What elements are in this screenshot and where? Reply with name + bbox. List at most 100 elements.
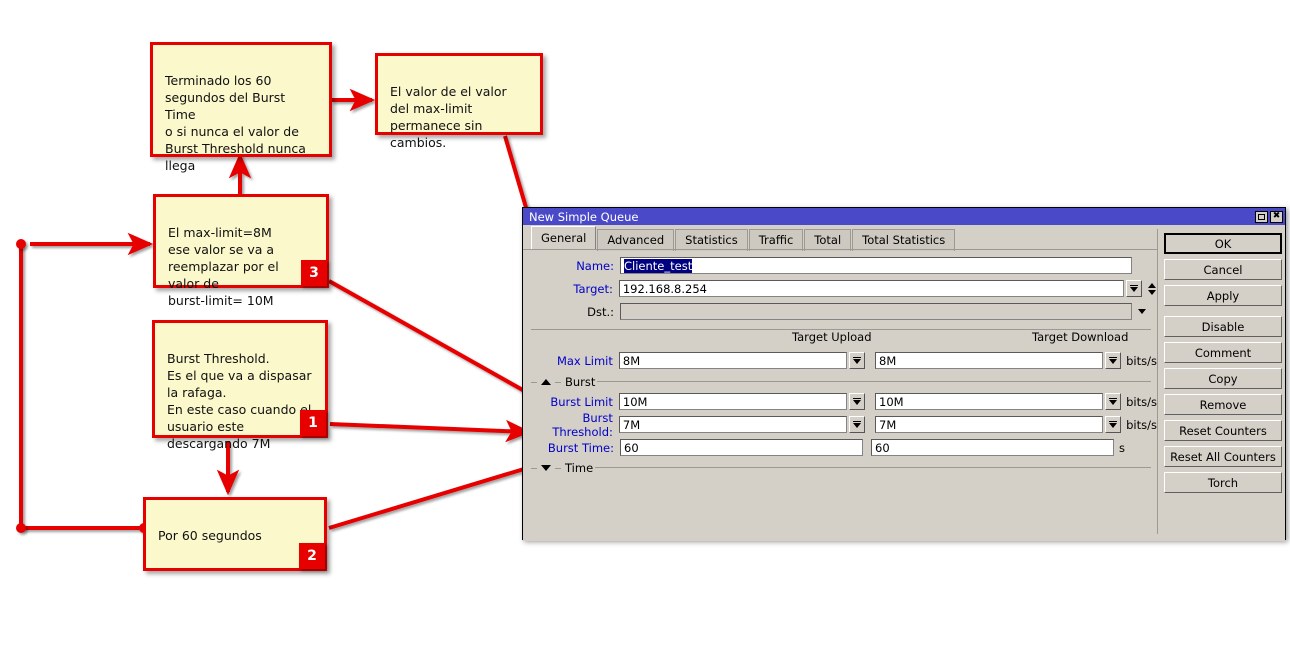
burst-limit-download-dropdown-icon[interactable]	[1105, 393, 1121, 410]
arrow-note3-to-burstlimit	[329, 281, 553, 407]
burst-threshold-label: Burst Threshold:	[523, 411, 619, 439]
burst-time-upload-input[interactable]: 60	[620, 439, 863, 456]
group-time[interactable]: Time	[531, 461, 593, 475]
group-burst[interactable]: Burst	[531, 375, 595, 389]
max-limit-download-input[interactable]: 8M	[875, 352, 1103, 369]
cancel-button[interactable]: Cancel	[1164, 259, 1282, 280]
max-limit-label: Max Limit	[523, 354, 619, 368]
tab-total-statistics[interactable]: Total Statistics	[852, 229, 955, 251]
field-row-burst-threshold: Burst Threshold: 7M 7M bits/s	[523, 414, 1157, 435]
dialog-body: General Advanced Statistics Traffic Tota…	[523, 225, 1285, 541]
column-target-download: Target Download	[1032, 330, 1128, 344]
note-text: Terminado los 60 segundos del Burst Time…	[165, 73, 306, 173]
burst-time-unit: s	[1119, 441, 1125, 455]
tab-bar[interactable]: General Advanced Statistics Traffic Tota…	[523, 225, 1157, 250]
burst-threshold-download-dropdown-icon[interactable]	[1105, 416, 1121, 433]
label: Reset Counters	[1179, 424, 1267, 438]
value: 8M	[623, 354, 640, 368]
burst-time-label: Burst Time:	[523, 441, 620, 455]
group-time-label: Time	[565, 461, 593, 475]
value: 7M	[623, 418, 640, 432]
field-row-name: Name: Cliente_test	[523, 255, 1157, 276]
tab-statistics[interactable]: Statistics	[675, 229, 748, 251]
label: Torch	[1208, 476, 1238, 490]
tab-traffic[interactable]: Traffic	[749, 229, 804, 251]
note-text: Por 60 segundos	[158, 528, 262, 543]
copy-button[interactable]: Copy	[1164, 368, 1282, 389]
burst-time-download-input[interactable]: 60	[871, 439, 1114, 456]
burst-limit-download-input[interactable]: 10M	[875, 393, 1103, 410]
field-row-burst-time: Burst Time: 60 60 s	[523, 437, 1157, 458]
field-row-dst: Dst.:	[523, 301, 1157, 322]
burst-limit-unit: bits/s	[1126, 395, 1157, 409]
disable-button[interactable]: Disable	[1164, 316, 1282, 337]
remove-button[interactable]: Remove	[1164, 394, 1282, 415]
note-badge: 3	[301, 260, 327, 286]
ok-button[interactable]: OK	[1164, 233, 1282, 254]
rail-node-top	[16, 239, 26, 249]
label: Remove	[1200, 398, 1247, 412]
name-label: Name:	[523, 259, 620, 273]
max-limit-download-dropdown-icon[interactable]	[1105, 352, 1121, 369]
value: 60	[875, 441, 890, 455]
tab-advanced[interactable]: Advanced	[597, 229, 674, 251]
comment-button[interactable]: Comment	[1164, 342, 1282, 363]
label: Cancel	[1204, 263, 1243, 277]
value: 60	[624, 441, 639, 455]
reset-counters-button[interactable]: Reset Counters	[1164, 420, 1282, 441]
target-spinner-icon[interactable]	[1146, 283, 1157, 295]
tab-label: Advanced	[607, 233, 664, 247]
apply-button[interactable]: Apply	[1164, 285, 1282, 306]
dialog-title: New Simple Queue	[529, 210, 1253, 224]
expand-down-icon[interactable]	[541, 465, 551, 471]
tab-label: Total	[814, 233, 841, 247]
dst-input[interactable]	[620, 303, 1132, 320]
general-form: Name: Cliente_test Target: 192.168.8.254	[523, 255, 1157, 324]
tab-general[interactable]: General	[531, 226, 596, 250]
new-simple-queue-dialog[interactable]: New Simple Queue ✖ General Advanced Stat…	[522, 207, 1286, 540]
field-row-target: Target: 192.168.8.254	[523, 278, 1157, 299]
rail-node-bottom	[16, 523, 26, 533]
label: OK	[1215, 237, 1232, 251]
panel-divider	[1157, 229, 1158, 534]
note-badge: 1	[300, 410, 326, 436]
note-badge: 2	[299, 543, 325, 569]
dialog-titlebar[interactable]: New Simple Queue ✖	[523, 208, 1285, 225]
tab-label: Statistics	[685, 233, 738, 247]
maximize-button[interactable]	[1255, 211, 1268, 223]
torch-button[interactable]: Torch	[1164, 472, 1282, 493]
tab-total[interactable]: Total	[804, 229, 851, 251]
field-row-burst-limit: Burst Limit 10M 10M bits/s	[523, 391, 1157, 412]
note-max-limit-replace: El max-limit=8M ese valor se va a reempl…	[153, 194, 329, 288]
note-60-seconds: Por 60 segundos 2	[143, 497, 327, 571]
burst-threshold-upload-input[interactable]: 7M	[619, 416, 847, 433]
value: 8M	[879, 354, 896, 368]
diagram-canvas: Terminado los 60 segundos del Burst Time…	[0, 0, 1290, 650]
label: Apply	[1207, 289, 1239, 303]
column-target-upload: Target Upload	[792, 330, 872, 344]
burst-threshold-download-input[interactable]: 7M	[875, 416, 1103, 433]
burst-limit-upload-input[interactable]: 10M	[619, 393, 847, 410]
field-row-max-limit: Max Limit 8M 8M bits/s	[523, 350, 1157, 371]
reset-all-counters-button[interactable]: Reset All Counters	[1164, 446, 1282, 467]
label: Disable	[1202, 320, 1245, 334]
group-burst-label: Burst	[565, 375, 595, 389]
max-limit-upload-dropdown-icon[interactable]	[849, 352, 865, 369]
target-dropdown-icon[interactable]	[1126, 280, 1142, 297]
note-burst-time-end: Terminado los 60 segundos del Burst Time…	[150, 42, 332, 157]
name-input[interactable]: Cliente_test	[620, 257, 1132, 274]
dst-label: Dst.:	[523, 305, 620, 319]
burst-threshold-upload-dropdown-icon[interactable]	[849, 416, 865, 433]
max-limit-upload-input[interactable]: 8M	[619, 352, 847, 369]
note-max-limit-unchanged: El valor de el valor del max-limit perma…	[375, 53, 543, 135]
collapse-up-icon[interactable]	[541, 379, 551, 385]
note-text: Burst Threshold. Es el que va a dispasar…	[167, 351, 312, 451]
burst-limit-upload-dropdown-icon[interactable]	[849, 393, 865, 410]
target-label: Target:	[523, 282, 619, 296]
close-button[interactable]: ✖	[1270, 211, 1283, 223]
note-text: El max-limit=8M ese valor se va a reempl…	[168, 225, 279, 308]
tab-underline	[523, 249, 1157, 250]
target-input[interactable]: 192.168.8.254	[619, 280, 1125, 297]
tab-label: Total Statistics	[862, 233, 945, 247]
dst-chevron-down-icon[interactable]	[1138, 309, 1146, 314]
